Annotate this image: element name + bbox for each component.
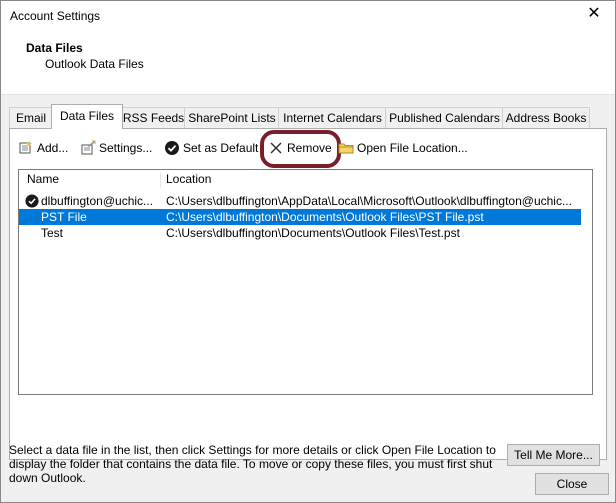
account-settings-window: Account Settings ✕ Data Files Outlook Da… xyxy=(0,0,616,503)
column-divider xyxy=(160,172,161,188)
column-header-name[interactable]: Name xyxy=(27,172,59,186)
toolbar: Add... Settings... Set as Default Remove… xyxy=(10,129,606,168)
checkmark-circle-icon xyxy=(164,140,180,156)
tab-internet-calendars[interactable]: Internet Calendars xyxy=(278,107,387,128)
window-title: Account Settings xyxy=(10,9,101,23)
tab-sharepoint-lists[interactable]: SharePoint Lists xyxy=(184,107,280,128)
settings-icon xyxy=(80,140,96,156)
tell-me-more-button[interactable]: Tell Me More... xyxy=(507,444,600,466)
set-as-default-label: Set as Default xyxy=(183,141,259,155)
open-file-location-label: Open File Location... xyxy=(357,141,468,155)
row-name: dlbuffington@uchic... xyxy=(41,194,154,208)
folder-icon xyxy=(338,140,354,156)
section-subtitle: Outlook Data Files xyxy=(45,57,144,71)
add-button[interactable]: Add... xyxy=(18,137,68,159)
table-row[interactable]: Test C:\Users\dlbuffington\Documents\Out… xyxy=(19,225,581,241)
add-label: Add... xyxy=(37,141,69,155)
close-icon[interactable]: ✕ xyxy=(585,5,603,23)
row-name: PST File xyxy=(41,210,87,224)
add-data-file-icon xyxy=(18,140,34,156)
section-title: Data Files xyxy=(26,41,83,55)
row-name: Test xyxy=(41,226,64,240)
tab-address-books[interactable]: Address Books xyxy=(502,107,590,128)
dialog-content: Email Data Files RSS Feeds SharePoint Li… xyxy=(1,95,615,502)
data-files-panel: Add... Settings... Set as Default Remove… xyxy=(9,128,607,460)
table-row[interactable]: PST File C:\Users\dlbuffington\Documents… xyxy=(19,209,581,225)
settings-label: Settings... xyxy=(99,141,153,155)
title-bar: Account Settings ✕ xyxy=(1,1,615,31)
set-as-default-button[interactable]: Set as Default xyxy=(164,137,258,159)
default-checkmark-icon xyxy=(25,194,39,208)
settings-button[interactable]: Settings... xyxy=(80,137,152,159)
help-description: Select a data file in the list, then cli… xyxy=(9,443,496,485)
table-row[interactable]: dlbuffington@uchic... C:\Users\dlbuffing… xyxy=(19,193,581,209)
header-area: Data Files Outlook Data Files xyxy=(1,31,615,95)
row-location: C:\Users\dlbuffington\Documents\Outlook … xyxy=(166,210,484,224)
row-location: C:\Users\dlbuffington\Documents\Outlook … xyxy=(166,226,460,240)
tab-email[interactable]: Email xyxy=(9,107,53,128)
open-file-location-button[interactable]: Open File Location... xyxy=(338,137,468,159)
data-files-list[interactable]: Name Location dlbuffington@uchic... C:\U… xyxy=(18,169,593,395)
tab-published-calendars[interactable]: Published Calendars xyxy=(385,107,504,128)
tab-data-files[interactable]: Data Files xyxy=(51,104,123,129)
close-button[interactable]: Close xyxy=(535,473,609,495)
column-header-location[interactable]: Location xyxy=(166,172,211,186)
tab-rss-feeds[interactable]: RSS Feeds xyxy=(121,107,186,128)
row-location: C:\Users\dlbuffington\AppData\Local\Micr… xyxy=(166,194,572,208)
remove-highlight-ring xyxy=(260,130,341,168)
